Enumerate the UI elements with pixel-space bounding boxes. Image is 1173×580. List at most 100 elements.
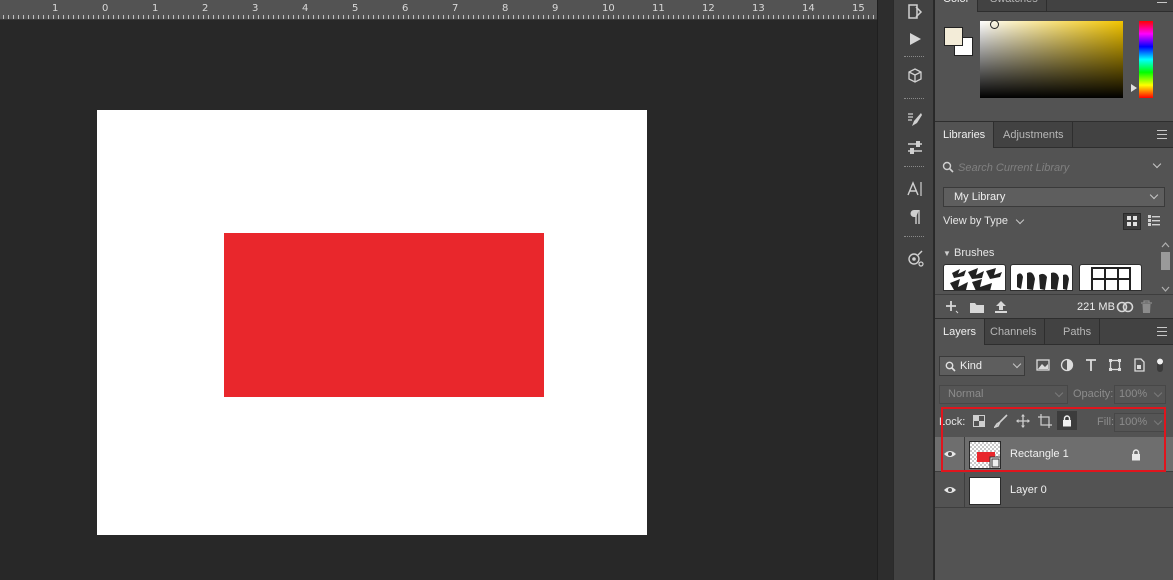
adjust-icon[interactable] [902,136,928,160]
visibility-eye-icon[interactable] [943,484,957,496]
opacity-input[interactable]: 100% [1114,385,1166,404]
ruler-label: 14 [802,3,815,14]
image-filter-icon[interactable] [1035,357,1051,373]
dock-grip[interactable] [904,166,924,169]
hue-slider-handle[interactable] [1131,84,1137,92]
lock-paint-icon[interactable] [993,413,1009,429]
library-select[interactable]: My Library [943,187,1165,207]
ruler-tick [648,15,649,19]
ruler-tick [478,15,479,19]
layer-name[interactable]: Rectangle 1 [1010,448,1069,460]
search-icon [942,161,954,173]
play-actions-icon[interactable] [902,27,928,51]
tab-swatches[interactable]: Swatches [982,0,1047,12]
tab-channels[interactable]: Channels [982,319,1046,345]
lock-position-icon[interactable] [1015,413,1031,429]
panel-menu-icon[interactable] [1157,130,1167,139]
ruler-tick [803,15,804,19]
ruler-tick [743,15,744,19]
document-canvas[interactable] [97,110,647,535]
ruler-tick [73,15,74,19]
ruler-tick [678,15,679,19]
tab-adjustments[interactable]: Adjustments [995,122,1073,148]
trash-icon[interactable] [1140,300,1153,314]
lock-row: Lock: Fill: 100% [939,410,1168,434]
layer-row-layer-0[interactable]: Layer 0 [935,473,1173,508]
canvas-vertical-scrollbar[interactable] [877,0,893,580]
character-icon[interactable] [902,177,928,201]
ruler-tick [93,15,94,19]
libraries-panel: Libraries Adjustments My Library View by… [935,121,1173,317]
dock-grip[interactable] [904,236,924,239]
ruler-tick [443,15,444,19]
smart-object-filter-icon[interactable] [1131,357,1147,373]
ruler-tick [493,15,494,19]
libraries-link-icon[interactable] [902,246,928,270]
add-content-icon[interactable] [945,300,959,314]
red-rectangle-shape[interactable] [224,233,544,397]
right-panels: Color Swatches Libraries Adjustments My … [935,0,1173,580]
list-view-button[interactable] [1146,213,1164,230]
tab-color[interactable]: Color [935,0,979,12]
layer-filter-kind-select[interactable]: Kind [939,356,1025,376]
ruler-tick [118,15,119,19]
ruler-tick [558,15,559,19]
creative-cloud-icon[interactable] [1116,299,1134,315]
lock-all-icon[interactable] [1057,411,1077,430]
history-icon[interactable] [902,0,928,24]
3d-icon[interactable] [902,64,928,88]
panel-menu-icon[interactable] [1157,0,1167,3]
layer-thumbnail[interactable] [969,441,1001,469]
tab-libraries[interactable]: Libraries [935,122,995,148]
color-picker-cursor[interactable] [990,20,999,29]
type-filter-icon[interactable] [1083,357,1099,373]
ruler-tick [523,15,524,19]
layer-thumbnail[interactable] [969,477,1001,505]
fill-input[interactable]: 100% [1114,413,1166,432]
filter-toggle-icon[interactable] [1152,357,1168,373]
color-panel: Color Swatches [935,0,1173,120]
canvas-area[interactable] [0,20,877,580]
saturation-brightness-field[interactable] [980,20,1123,98]
dock-grip[interactable] [904,56,924,59]
lock-artboard-icon[interactable] [1037,413,1053,429]
dock-grip[interactable] [904,98,924,101]
foreground-color-swatch[interactable] [944,27,963,46]
library-search-input[interactable] [958,158,1158,177]
panel-menu-icon[interactable] [1157,327,1167,336]
ruler-tick [253,15,254,19]
layer-row-rectangle-1[interactable]: Rectangle 1 [935,437,1173,472]
grid-view-button[interactable] [1123,213,1141,230]
ruler-tick [768,15,769,19]
ruler-tick [438,15,439,19]
tab-layers[interactable]: Layers [935,319,986,345]
brush-thumbnail[interactable] [943,264,1006,291]
folder-icon[interactable] [969,300,985,314]
layer-name[interactable]: Layer 0 [1010,484,1047,496]
ruler-tick [813,15,814,19]
library-search [942,158,1167,177]
blend-mode-select[interactable]: Normal [939,385,1068,404]
library-storage-size: 221 MB [1077,301,1115,313]
tab-paths[interactable]: Paths [1055,319,1101,345]
view-by-type-dropdown[interactable]: View by Type [943,215,1025,227]
horizontal-ruler[interactable]: 1 0 1 2 3 4 5 6 7 8 9 10 11 12 13 14 15 [0,0,877,20]
paragraph-icon[interactable] [902,205,928,229]
library-scrollbar[interactable] [1160,242,1171,294]
brush-thumbnail[interactable] [1010,264,1073,291]
shape-filter-icon[interactable] [1107,357,1123,373]
adjustment-filter-icon[interactable] [1059,357,1075,373]
ruler-tick [333,15,334,19]
visibility-eye-icon[interactable] [943,448,957,460]
ruler-tick [728,15,729,19]
lock-transparent-icon[interactable] [971,413,987,429]
brush-thumbnail[interactable] [1079,264,1142,291]
brush-settings-icon[interactable] [902,108,928,132]
hue-slider[interactable] [1139,21,1153,98]
upload-icon[interactable] [994,299,1008,314]
ruler-tick [103,15,104,19]
ruler-tick [503,15,504,19]
ruler-tick [263,15,264,19]
ruler-tick [413,15,414,19]
brushes-section-header[interactable]: ▼ Brushes [943,247,994,259]
